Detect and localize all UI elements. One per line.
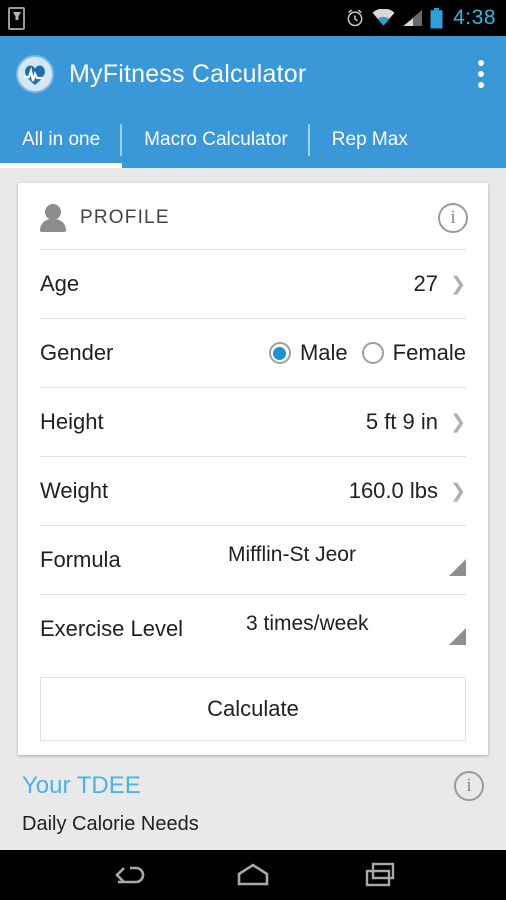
- radio-option-male[interactable]: Male: [268, 340, 348, 366]
- radio-label-female: Female: [392, 340, 466, 365]
- home-icon[interactable]: [225, 858, 281, 892]
- row-label-gender: Gender: [40, 340, 114, 365]
- row-age[interactable]: Age 27 ❯: [18, 250, 488, 318]
- row-gender: Gender Male Female: [18, 319, 488, 387]
- battery-icon: [430, 7, 443, 29]
- status-bar-right: 4:38: [345, 6, 496, 30]
- overflow-dot: [478, 60, 484, 66]
- row-height[interactable]: Height 5 ft 9 in ❯: [18, 388, 488, 456]
- row-label-formula: Formula: [40, 547, 121, 572]
- dropdown-triangle-icon: [449, 628, 466, 645]
- tab-label: Macro Calculator: [144, 129, 288, 150]
- row-value-age: 27: [413, 271, 438, 296]
- cellular-signal-icon: [402, 9, 423, 27]
- row-formula: Formula Mifflin-St Jeor: [18, 526, 488, 594]
- chevron-right-icon: ❯: [450, 480, 466, 502]
- profile-info-icon[interactable]: i: [438, 203, 468, 233]
- tab-label: All in one: [22, 129, 101, 150]
- app-title: MyFitness Calculator: [69, 59, 307, 88]
- alarm-clock-icon: [345, 8, 365, 28]
- chevron-right-icon: ❯: [450, 411, 466, 433]
- tdee-title: Your TDEE: [22, 772, 141, 799]
- person-icon-head: [45, 204, 61, 220]
- overflow-menu-icon[interactable]: [472, 52, 490, 96]
- status-bar: 4:38: [0, 0, 506, 36]
- page-title: PROFILE: [80, 207, 170, 228]
- row-label-exercise-level: Exercise Level: [40, 616, 184, 641]
- row-weight[interactable]: Weight 160.0 lbs ❯: [18, 457, 488, 525]
- profile-card-header: PROFILE i: [18, 183, 488, 249]
- recent-apps-icon[interactable]: [354, 858, 410, 892]
- row-exercise-level: Exercise Level 3 times/week: [18, 595, 488, 663]
- formula-spinner-value: Mifflin-St Jeor: [228, 543, 356, 566]
- person-icon-body: [40, 219, 66, 232]
- formula-spinner[interactable]: Mifflin-St Jeor: [220, 543, 466, 577]
- calculate-button[interactable]: Calculate: [40, 677, 466, 741]
- radio-option-female[interactable]: Female: [361, 340, 466, 366]
- dropdown-triangle-icon: [449, 559, 466, 576]
- tab-macro-calculator[interactable]: Macro Calculator: [122, 112, 310, 168]
- tab-rep-max[interactable]: Rep Max: [310, 112, 430, 168]
- tdee-subtitle: Daily Calorie Needs: [22, 813, 199, 835]
- status-bar-left: [8, 6, 25, 30]
- chevron-right-icon: ❯: [450, 273, 466, 295]
- tdee-header: Your TDEE i: [22, 771, 484, 801]
- person-icon: [40, 204, 66, 232]
- status-bar-time: 4:38: [453, 6, 496, 29]
- phone-screen: 4:38 MyFitness Calculator All in one Mac…: [0, 0, 506, 900]
- exercise-level-spinner-value: 3 times/week: [246, 612, 369, 635]
- download-to-device-icon: [8, 6, 25, 30]
- radio-male-icon: [268, 342, 291, 364]
- gender-radio-group: Male Female: [268, 340, 466, 366]
- tdee-info-icon[interactable]: i: [454, 771, 484, 801]
- profile-card: PROFILE i Age 27 ❯ Gender Male Female He…: [18, 183, 488, 755]
- app-logo-heart-icon: [16, 55, 54, 93]
- row-label-height: Height: [40, 409, 104, 434]
- back-icon[interactable]: [96, 858, 152, 892]
- row-value-weight: 160.0 lbs: [348, 478, 438, 503]
- exercise-level-spinner[interactable]: 3 times/week: [238, 612, 466, 646]
- tab-label: Rep Max: [331, 129, 408, 150]
- row-value-height: 5 ft 9 in: [365, 409, 438, 434]
- tdee-section: Your TDEE i Daily Calorie Needs: [0, 771, 506, 836]
- tab-all-in-one[interactable]: All in one: [0, 112, 123, 168]
- row-label-weight: Weight: [40, 478, 109, 503]
- tab-bar: All in one Macro Calculator Rep Max: [0, 112, 506, 168]
- row-label-age: Age: [40, 271, 80, 296]
- overflow-dot: [478, 82, 484, 88]
- wifi-icon: [372, 9, 395, 27]
- radio-female-icon: [361, 342, 384, 364]
- radio-label-male: Male: [299, 340, 348, 365]
- overflow-dot: [478, 71, 484, 77]
- action-bar: MyFitness Calculator: [0, 36, 506, 112]
- navigation-bar: [0, 850, 506, 900]
- main-content: PROFILE i Age 27 ❯ Gender Male Female He…: [0, 168, 506, 850]
